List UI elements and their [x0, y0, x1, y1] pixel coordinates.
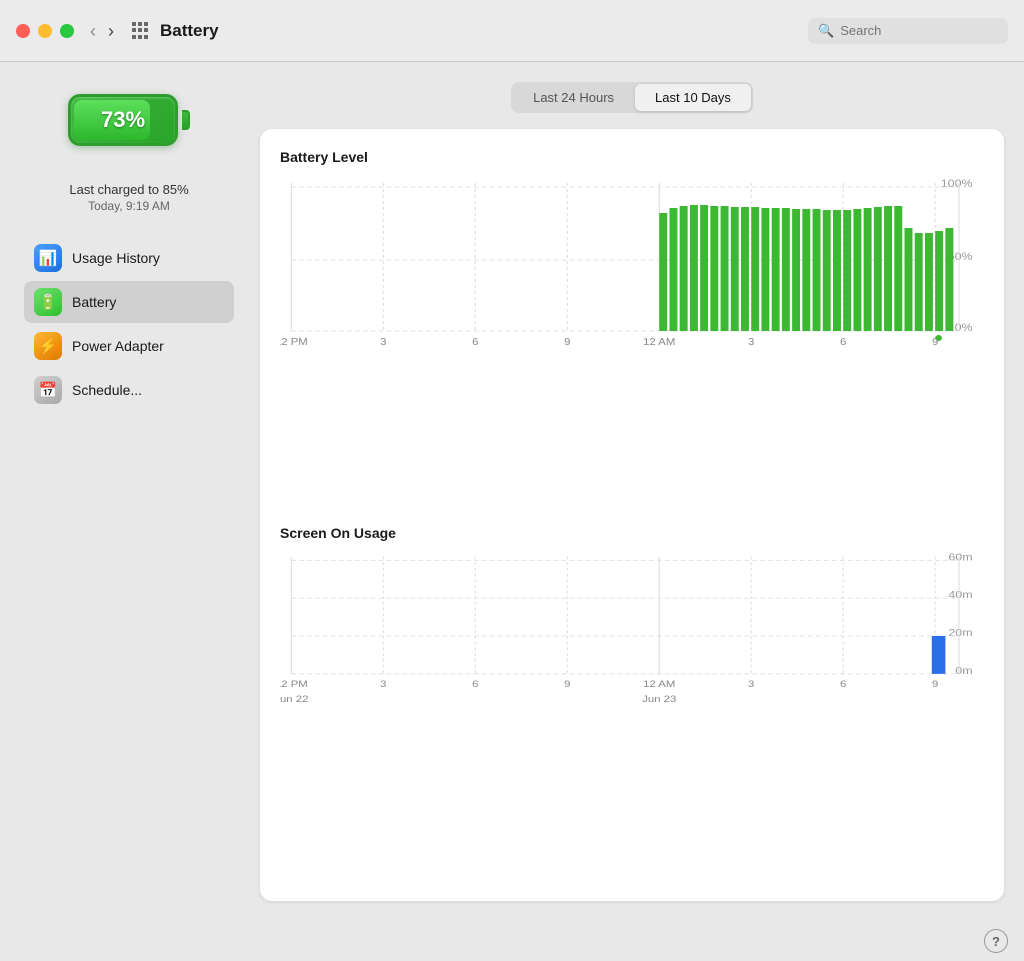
window-controls [16, 24, 74, 38]
tab-last-10-days[interactable]: Last 10 Days [635, 84, 751, 111]
sidebar-item-schedule[interactable]: 📅 Schedule... [24, 369, 234, 411]
close-button[interactable] [16, 24, 30, 38]
sidebar-item-battery[interactable]: 🔋 Battery [24, 281, 234, 323]
schedule-icon: 📅 [34, 376, 62, 404]
battery-level-chart: 100% 50% 0% [280, 173, 984, 348]
svg-text:3: 3 [380, 680, 387, 690]
search-box[interactable]: 🔍 [808, 18, 1008, 44]
sidebar-item-label-battery: Battery [72, 294, 116, 310]
sidebar-item-label-schedule: Schedule... [72, 382, 142, 398]
svg-text:6: 6 [472, 337, 478, 348]
svg-text:3: 3 [748, 680, 755, 690]
search-input[interactable] [840, 23, 998, 38]
svg-text:0%: 0% [955, 322, 974, 334]
search-icon: 🔍 [818, 23, 834, 39]
svg-text:12 PM: 12 PM [280, 680, 308, 690]
svg-text:12 PM: 12 PM [280, 337, 308, 348]
forward-button[interactable]: › [104, 20, 118, 42]
footer: ? [0, 921, 1024, 961]
maximize-button[interactable] [60, 24, 74, 38]
svg-text:60m: 60m [948, 552, 972, 563]
main-content: 73% Last charged to 85% Today, 9:19 AM 📊… [0, 62, 1024, 921]
battery-body: 73% [68, 94, 178, 146]
svg-text:Jun 23: Jun 23 [642, 695, 676, 705]
screen-usage-section: Screen On Usage 60m 40m 20m 0m [280, 525, 984, 881]
tabs-bar: Last 24 Hours Last 10 Days [260, 82, 1004, 113]
svg-text:Jun 22: Jun 22 [280, 695, 309, 705]
content-panel: Last 24 Hours Last 10 Days Battery Level… [250, 62, 1024, 921]
svg-text:100%: 100% [941, 178, 973, 190]
charge-info: Last charged to 85% Today, 9:19 AM [69, 182, 188, 213]
charge-sub: Today, 9:19 AM [69, 199, 188, 213]
sidebar-item-label-power-adapter: Power Adapter [72, 338, 164, 354]
screen-usage-chart: 60m 40m 20m 0m [280, 549, 984, 724]
svg-text:0m: 0m [955, 666, 972, 677]
svg-text:12 AM: 12 AM [643, 680, 675, 690]
grid-icon[interactable] [132, 22, 150, 40]
svg-text:6: 6 [840, 337, 846, 348]
screen-usage-title: Screen On Usage [280, 525, 984, 541]
tab-last-24-hours[interactable]: Last 24 Hours [513, 84, 634, 111]
svg-text:12 AM: 12 AM [643, 337, 675, 348]
nav-list: 📊 Usage History 🔋 Battery ⚡ Power Adapte… [24, 237, 234, 411]
charge-main: Last charged to 85% [69, 182, 188, 197]
sidebar-item-label-usage-history: Usage History [72, 250, 160, 266]
sidebar-item-usage-history[interactable]: 📊 Usage History [24, 237, 234, 279]
battery-percent: 73% [101, 107, 145, 133]
sidebar-item-power-adapter[interactable]: ⚡ Power Adapter [24, 325, 234, 367]
sidebar: 73% Last charged to 85% Today, 9:19 AM 📊… [0, 62, 250, 921]
screen-usage-svg: 60m 40m 20m 0m [280, 549, 984, 724]
svg-text:40m: 40m [948, 590, 972, 601]
usage-history-icon: 📊 [34, 244, 62, 272]
svg-text:3: 3 [380, 337, 386, 348]
svg-text:6: 6 [840, 680, 847, 690]
battery-level-title: Battery Level [280, 149, 984, 165]
battery-level-section: Battery Level 100% 50% 0% [280, 149, 984, 505]
battery-nub [182, 110, 190, 130]
svg-text:9: 9 [564, 680, 571, 690]
svg-text:3: 3 [748, 337, 754, 348]
page-title: Battery [160, 21, 219, 41]
battery-level-svg: 100% 50% 0% [280, 173, 984, 348]
battery-widget: 73% [68, 94, 190, 146]
svg-text:20m: 20m [948, 628, 972, 639]
battery-nav-icon: 🔋 [34, 288, 62, 316]
tab-group: Last 24 Hours Last 10 Days [511, 82, 753, 113]
svg-text:9: 9 [932, 680, 939, 690]
minimize-button[interactable] [38, 24, 52, 38]
card: Battery Level 100% 50% 0% [260, 129, 1004, 901]
battery-indicator: 73% [68, 94, 190, 146]
svg-text:9: 9 [564, 337, 570, 348]
nav-arrows: ‹ › [86, 20, 118, 42]
back-button[interactable]: ‹ [86, 20, 100, 42]
svg-text:9: 9 [932, 337, 938, 348]
titlebar: ‹ › Battery 🔍 [0, 0, 1024, 62]
svg-text:6: 6 [472, 680, 479, 690]
help-button[interactable]: ? [984, 929, 1008, 953]
power-adapter-icon: ⚡ [34, 332, 62, 360]
